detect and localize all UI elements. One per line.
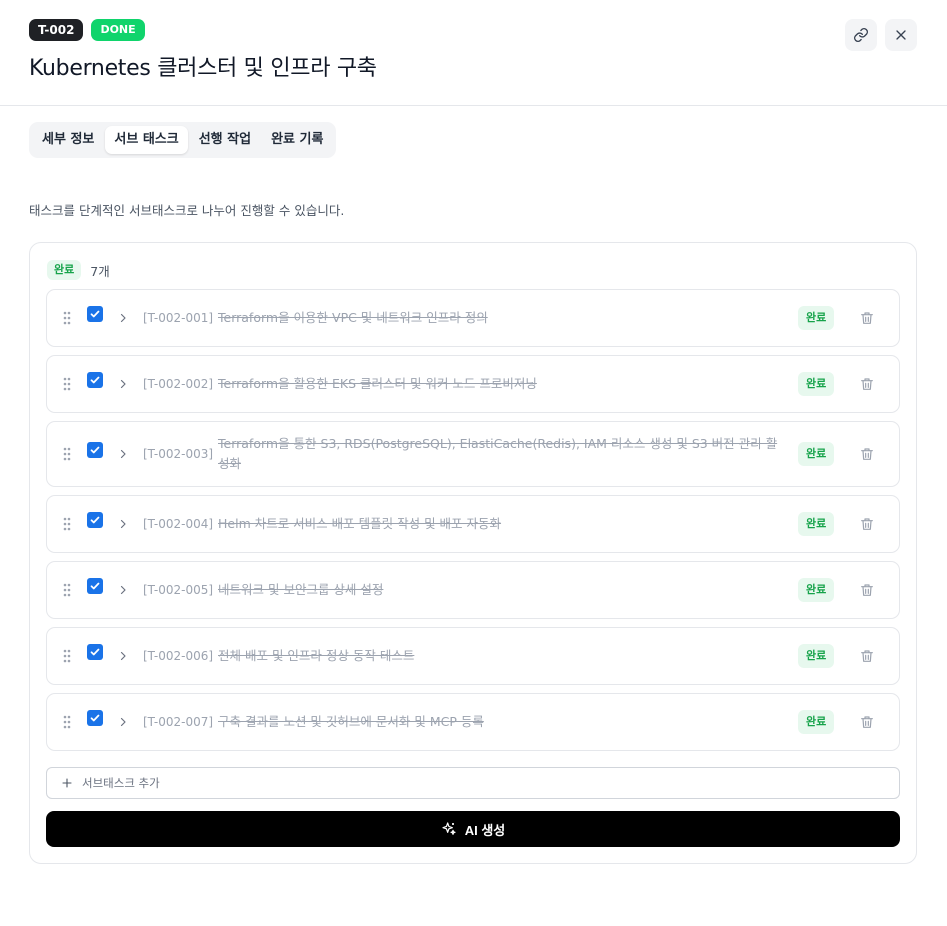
subtask-status-badge: 완료 (798, 644, 835, 668)
check-icon (90, 376, 100, 384)
subtask-status-badge: 완료 (798, 578, 835, 602)
subtask-status-badge: 완료 (798, 710, 835, 734)
subtask-row: [T-002-002] Terraform을 활용한 EKS 클러스터 및 워커… (46, 355, 900, 413)
check-icon (90, 446, 100, 454)
plus-icon (62, 778, 72, 788)
subtask-row: [T-002-005] 네트워크 및 보안그룹 상세 설정 완료 (46, 561, 900, 619)
subtask-row: [T-002-003] Terraform을 통한 S3, RDS(Postgr… (46, 421, 900, 487)
section-description: 태스크를 단계적인 서브태스크로 나누어 진행할 수 있습니다. (29, 203, 345, 218)
subtask-code: [T-002-001] (143, 311, 214, 325)
subtask-code: [T-002-003] (143, 447, 214, 461)
tab-subtasks[interactable]: 서브 태스크 (105, 126, 188, 154)
subtask-title: 네트워크 및 보안그룹 상세 설정 (218, 582, 384, 597)
subtask-status-badge: 완료 (798, 306, 835, 330)
drag-handle-icon[interactable] (63, 377, 71, 391)
subtask-checkbox[interactable] (87, 372, 103, 388)
subtask-checkbox[interactable] (87, 644, 103, 660)
subtask-checkbox[interactable] (87, 512, 103, 528)
subtask-status-badge: 완료 (798, 372, 835, 396)
add-subtask-label: 서브태스크 추가 (82, 776, 160, 790)
subtask-title: Terraform을 통한 S3, RDS(PostgreSQL), Elast… (218, 436, 778, 471)
tab-bar: 세부 정보 서브 태스크 선행 작업 완료 기록 (29, 122, 337, 158)
drag-handle-icon[interactable] (63, 517, 71, 531)
chevron-right-icon[interactable] (117, 518, 129, 530)
subtask-code: [T-002-006] (143, 649, 214, 663)
task-id-badge: T-002 (29, 19, 84, 41)
subtask-title: Terraform을 이용한 VPC 및 네트워크 인프라 정의 (218, 310, 488, 325)
tab-completion-log[interactable]: 완료 기록 (262, 126, 332, 154)
subtask-row: [T-002-001] Terraform을 이용한 VPC 및 네트워크 인프… (46, 289, 900, 347)
trash-icon[interactable] (859, 376, 875, 392)
trash-icon[interactable] (859, 516, 875, 532)
subtask-title: 전체 배포 및 인프라 정상 동작 테스트 (218, 648, 415, 663)
page-title: Kubernetes 클러스터 및 인프라 구축 (29, 56, 377, 81)
check-icon (90, 648, 100, 656)
sparkle-icon (442, 822, 456, 835)
subtask-row: [T-002-007] 구축 결과를 노션 및 깃허브에 문서화 및 MCP 등… (46, 693, 900, 751)
group-count: 7개 (90, 263, 110, 279)
trash-icon[interactable] (859, 310, 875, 326)
subtask-code: [T-002-002] (143, 377, 214, 391)
ai-generate-button[interactable]: AI 생성 (46, 811, 900, 847)
chevron-right-icon[interactable] (117, 312, 129, 324)
add-subtask-input[interactable]: 서브태스크 추가 (46, 767, 900, 799)
subtask-title: Helm 차트로 서비스 배포 템플릿 작성 및 배포 자동화 (218, 516, 502, 531)
subtask-status-badge: 완료 (798, 512, 835, 536)
chevron-right-icon[interactable] (117, 448, 129, 460)
task-header: T-002 DONE Kubernetes 클러스터 및 인프라 구축 (0, 0, 947, 106)
badge-group: T-002 DONE (29, 19, 145, 41)
trash-icon[interactable] (859, 582, 875, 598)
check-icon (90, 516, 100, 524)
subtask-checkbox[interactable] (87, 442, 103, 458)
drag-handle-icon[interactable] (63, 583, 71, 597)
subtask-title: Terraform을 활용한 EKS 클러스터 및 워커 노드 프로비저닝 (218, 376, 537, 391)
subtask-checkbox[interactable] (87, 710, 103, 726)
subtask-card: 완료 7개 [T-002-001] Terraform을 이용한 VPC 및 네… (29, 242, 917, 864)
trash-icon[interactable] (859, 648, 875, 664)
drag-handle-icon[interactable] (63, 447, 71, 461)
subtask-status-badge: 완료 (798, 442, 835, 466)
drag-handle-icon[interactable] (63, 715, 71, 729)
subtask-row: [T-002-004] Helm 차트로 서비스 배포 템플릿 작성 및 배포 … (46, 495, 900, 553)
drag-handle-icon[interactable] (63, 649, 71, 663)
check-icon (90, 714, 100, 722)
trash-icon[interactable] (859, 446, 875, 462)
status-badge: DONE (91, 19, 145, 41)
subtask-row: [T-002-006] 전체 배포 및 인프라 정상 동작 테스트 완료 (46, 627, 900, 685)
chevron-right-icon[interactable] (117, 584, 129, 596)
check-icon (90, 310, 100, 318)
subtask-checkbox[interactable] (87, 306, 103, 322)
tab-details[interactable]: 세부 정보 (33, 126, 103, 154)
group-status-badge: 완료 (47, 260, 82, 280)
close-button[interactable] (885, 19, 917, 51)
subtask-title: 구축 결과를 노션 및 깃허브에 문서화 및 MCP 등록 (218, 714, 484, 729)
ai-generate-label: AI 생성 (464, 822, 506, 838)
tab-prerequisites[interactable]: 선행 작업 (190, 126, 260, 154)
copy-link-button[interactable] (845, 19, 877, 51)
chevron-right-icon[interactable] (117, 716, 129, 728)
trash-icon[interactable] (859, 714, 875, 730)
subtask-checkbox[interactable] (87, 578, 103, 594)
subtask-code: [T-002-005] (143, 583, 214, 597)
subtask-code: [T-002-004] (143, 517, 214, 531)
check-icon (90, 582, 100, 590)
group-header: 완료 7개 (47, 260, 110, 280)
drag-handle-icon[interactable] (63, 311, 71, 325)
chevron-right-icon[interactable] (117, 650, 129, 662)
close-icon (896, 30, 906, 40)
subtask-code: [T-002-007] (143, 715, 214, 729)
link-icon (854, 28, 868, 42)
chevron-right-icon[interactable] (117, 378, 129, 390)
